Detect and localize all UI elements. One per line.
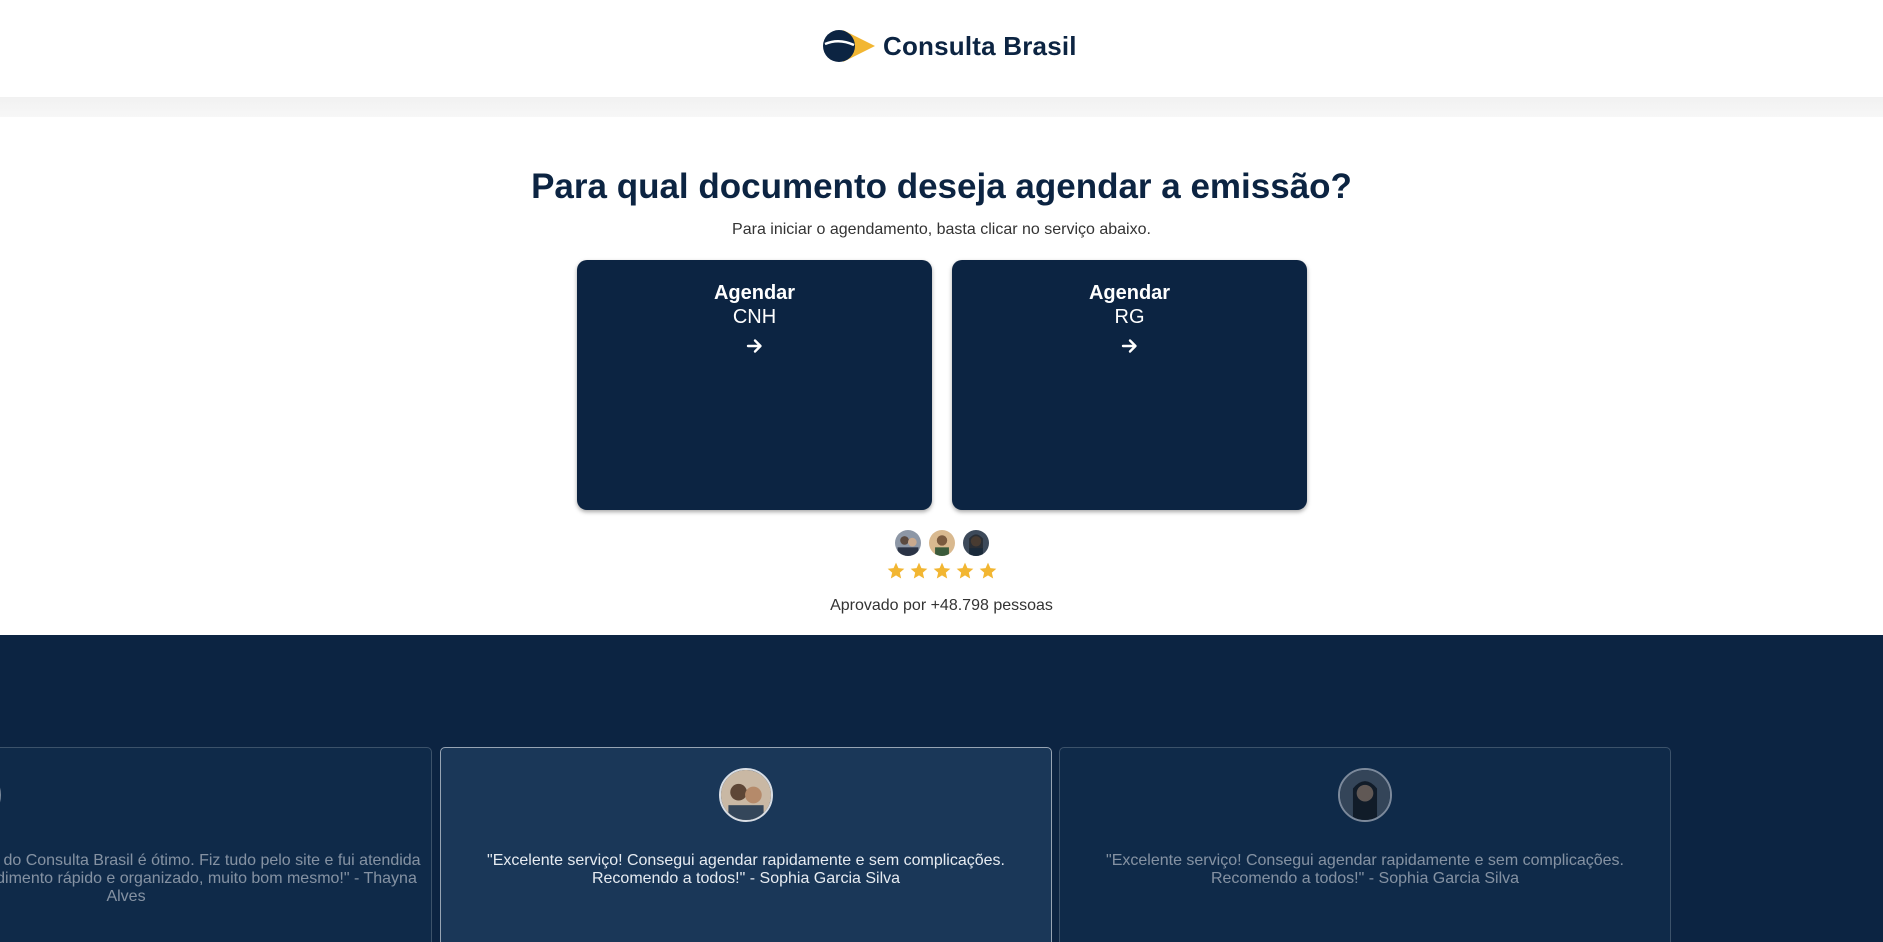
card-document-name: RG bbox=[1114, 306, 1145, 328]
card-title: Agendar bbox=[713, 282, 796, 304]
star-icon bbox=[933, 562, 950, 579]
logo[interactable]: Consulta Brasil bbox=[821, 28, 1077, 64]
testimonial-card[interactable]: "Excelente serviço! Consegui agendar rap… bbox=[440, 747, 1052, 942]
testimonial-card[interactable]: "Excelente serviço! Consegui agendar rap… bbox=[1059, 747, 1671, 942]
avatar bbox=[960, 528, 991, 558]
agendar-cnh-card[interactable]: Agendar CNH bbox=[577, 260, 932, 510]
main-section: Para qual documento deseja agendar a emi… bbox=[0, 117, 1883, 635]
page-subtitle: Para iniciar o agendamento, basta clicar… bbox=[732, 221, 1151, 238]
agendar-rg-card[interactable]: Agendar RG bbox=[952, 260, 1307, 510]
testimonial-text: "Excelente serviço! Consegui agendar rap… bbox=[487, 852, 1005, 887]
approved-count-text: Aprovado por +48.798 pessoas bbox=[830, 597, 1053, 614]
testimonials-section: "O agendamento online do Consulta Brasil… bbox=[0, 635, 1883, 942]
testimonial-text: "O agendamento online do Consulta Brasil… bbox=[0, 852, 421, 905]
testimonial-card[interactable]: "O agendamento online do Consulta Brasil… bbox=[0, 747, 432, 942]
avatar bbox=[892, 528, 923, 558]
page-title: Para qual documento deseja agendar a emi… bbox=[531, 167, 1352, 206]
arrow-right-icon bbox=[746, 339, 762, 353]
customer-avatars bbox=[0, 528, 1883, 558]
testimonial-avatar bbox=[719, 768, 773, 822]
header-divider bbox=[0, 97, 1883, 117]
testimonial-avatar bbox=[0, 768, 1, 822]
site-header: Consulta Brasil bbox=[0, 0, 1883, 97]
arrow-right-icon bbox=[1121, 339, 1137, 353]
consulta-brasil-logo-icon bbox=[823, 30, 875, 62]
card-document-name: CNH bbox=[732, 306, 777, 328]
testimonial-avatar bbox=[1338, 768, 1392, 822]
card-title: Agendar bbox=[1088, 282, 1171, 304]
testimonial-text: "Excelente serviço! Consegui agendar rap… bbox=[1106, 852, 1624, 887]
star-icon bbox=[979, 562, 996, 579]
star-icon bbox=[956, 562, 973, 579]
logo-text: Consulta Brasil bbox=[883, 30, 1077, 61]
star-icon bbox=[887, 562, 904, 579]
avatar bbox=[926, 528, 957, 558]
rating-stars bbox=[0, 561, 1883, 581]
star-icon bbox=[910, 562, 927, 579]
